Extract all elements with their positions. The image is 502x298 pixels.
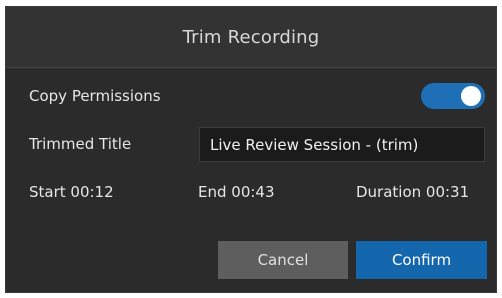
end-time: End 00:43: [198, 183, 275, 201]
trimmed-title-label: Trimmed Title: [29, 135, 132, 153]
trimmed-title-input[interactable]: [199, 127, 485, 162]
copy-permissions-toggle[interactable]: [421, 83, 485, 109]
cancel-button[interactable]: Cancel: [218, 241, 348, 279]
toggle-knob: [461, 86, 481, 106]
confirm-button[interactable]: Confirm: [356, 241, 487, 279]
duration-time: Duration 00:31: [356, 183, 470, 201]
start-time: Start 00:12: [29, 183, 114, 201]
dialog-header: Trim Recording: [6, 7, 496, 68]
copy-permissions-label: Copy Permissions: [29, 87, 161, 105]
trim-recording-dialog: Trim Recording Copy Permissions Trimmed …: [5, 6, 497, 293]
dialog-title: Trim Recording: [182, 26, 320, 48]
